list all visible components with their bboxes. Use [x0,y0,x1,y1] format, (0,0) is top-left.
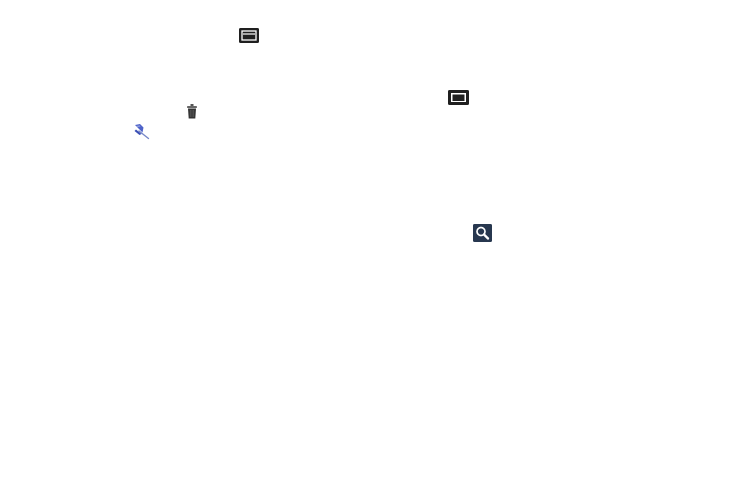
search-key-icon [473,224,492,242]
trash-icon [186,104,198,119]
home-key-icon [448,90,469,105]
menu-key-icon [239,28,259,43]
pin-icon [132,123,150,140]
